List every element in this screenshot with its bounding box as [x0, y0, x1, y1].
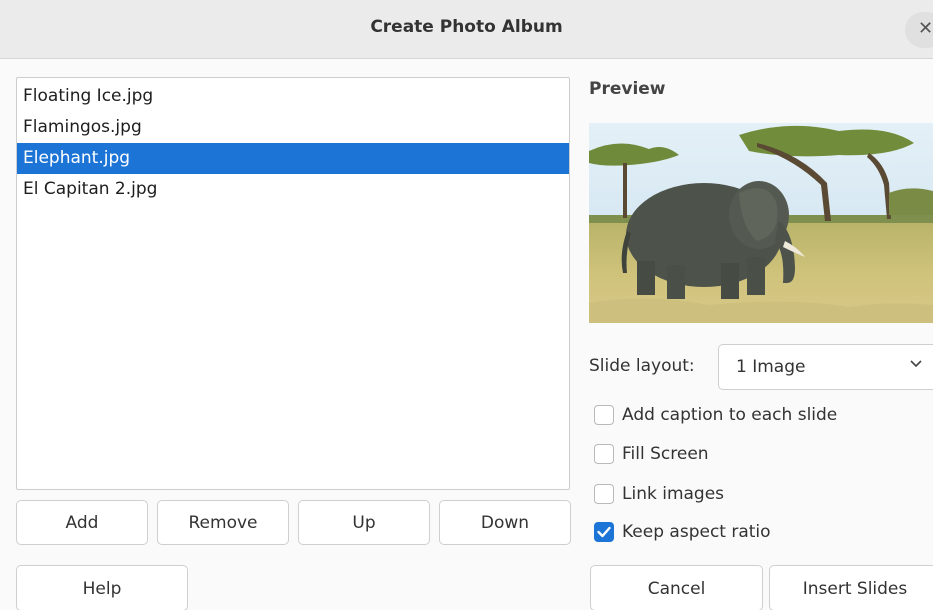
close-icon: ✕ — [918, 18, 933, 39]
checkmark-icon — [597, 526, 611, 538]
slide-layout-label: Slide layout: — [589, 356, 695, 376]
dialog-title: Create Photo Album — [370, 17, 563, 37]
fill-screen-checkbox[interactable] — [594, 444, 614, 464]
remove-button[interactable]: Remove — [157, 500, 289, 545]
title-bar: Create Photo Album ✕ — [0, 0, 933, 59]
help-button[interactable]: Help — [16, 565, 188, 610]
close-button[interactable]: ✕ — [905, 12, 933, 48]
fill-screen-label: Fill Screen — [622, 444, 709, 464]
cancel-button[interactable]: Cancel — [590, 565, 763, 610]
up-button[interactable]: Up — [298, 500, 430, 545]
keep-aspect-ratio-label: Keep aspect ratio — [622, 522, 771, 542]
link-images-label: Link images — [622, 484, 725, 504]
add-button[interactable]: Add — [16, 500, 148, 545]
keep-aspect-ratio-checkbox[interactable] — [594, 522, 614, 542]
preview-image — [589, 123, 933, 323]
down-button[interactable]: Down — [439, 500, 571, 545]
create-photo-album-dialog: Create Photo Album ✕ Floating Ice.jpg Fl… — [0, 0, 933, 610]
add-caption-checkbox[interactable] — [594, 405, 614, 425]
file-list-item[interactable]: Floating Ice.jpg — [17, 81, 569, 112]
insert-slides-button[interactable]: Insert Slides — [769, 565, 933, 610]
file-list-item-selected[interactable]: Elephant.jpg — [17, 143, 569, 174]
link-images-checkbox[interactable] — [594, 484, 614, 504]
file-list[interactable]: Floating Ice.jpg Flamingos.jpg Elephant.… — [16, 77, 570, 490]
preview-heading: Preview — [589, 79, 666, 99]
file-list-item[interactable]: El Capitan 2.jpg — [17, 174, 569, 205]
slide-layout-select[interactable]: 1 Image — [718, 344, 933, 390]
elephant-photo — [589, 123, 933, 323]
add-caption-label: Add caption to each slide — [622, 405, 838, 425]
file-list-item[interactable]: Flamingos.jpg — [17, 112, 569, 143]
slide-layout-value: 1 Image — [736, 357, 806, 377]
chevron-down-icon — [910, 360, 922, 368]
